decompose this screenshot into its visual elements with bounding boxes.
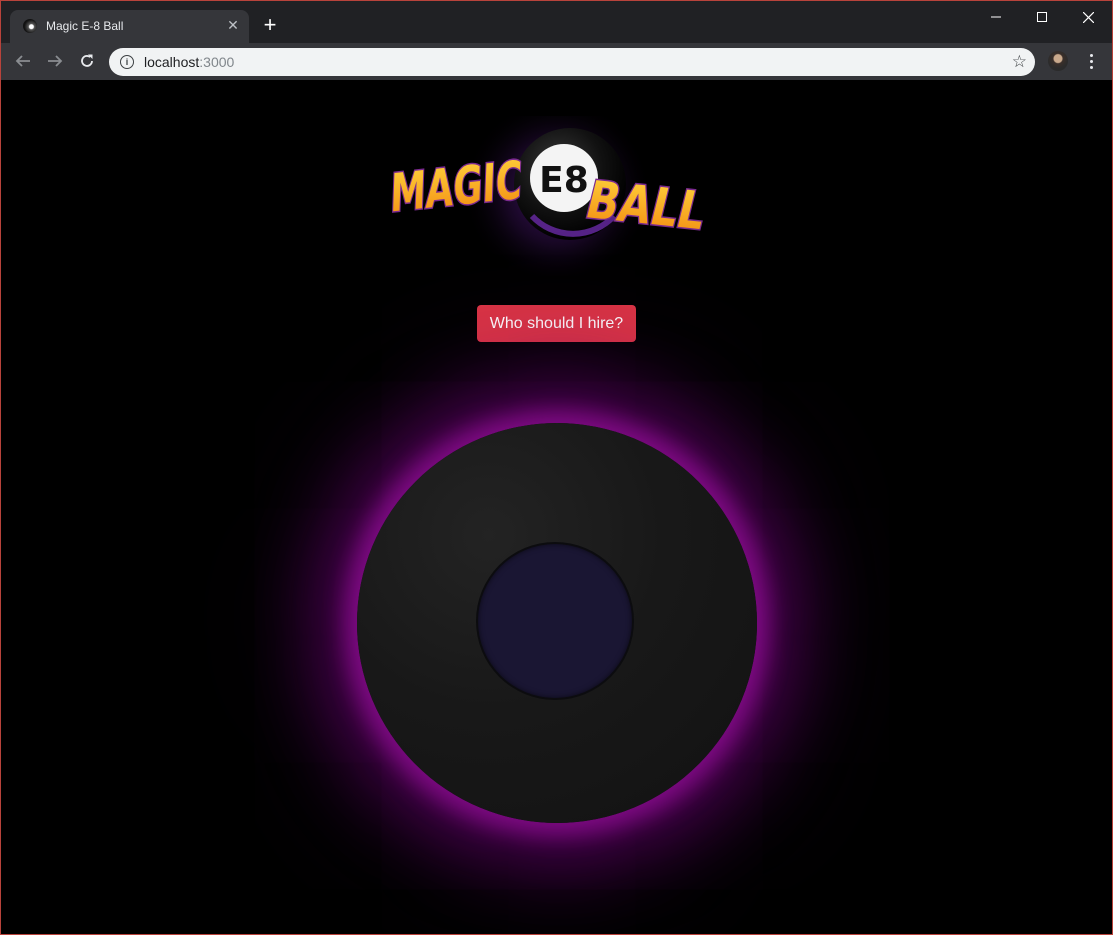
close-icon[interactable]: ✕ [225,17,241,33]
url-host: localhost [144,54,200,70]
maximize-button[interactable] [1019,1,1065,33]
tab-strip: Magic E-8 Ball ✕ + [1,1,1112,43]
url-text: localhost:3000 [144,54,234,70]
close-window-button[interactable] [1065,1,1111,33]
reload-icon [81,54,93,67]
info-icon[interactable]: i [120,55,134,69]
back-icon [15,55,30,67]
magic-ball[interactable] [357,423,757,823]
logo-word-ball: BALL [580,171,712,242]
forward-icon [48,55,63,67]
new-tab-button[interactable]: + [259,14,281,36]
close-window-icon [1082,11,1094,23]
magic-e8-ball-logo: E8 MAGIC BALL [392,116,714,276]
reload-button[interactable] [75,49,99,73]
browser-window: Magic E-8 Ball ✕ + i localhost:3000 ☆ E8… [0,0,1113,935]
address-bar[interactable]: i localhost:3000 ☆ [109,48,1035,76]
star-icon[interactable]: ☆ [1012,52,1027,72]
page-content: E8 MAGIC BALL Who should I hire? [1,80,1112,934]
favicon-icon [23,19,37,33]
forward-button[interactable] [43,49,67,73]
logo-ball-text: E8 [539,160,589,201]
tab-active[interactable]: Magic E-8 Ball ✕ [10,10,249,43]
back-button[interactable] [11,49,35,73]
tab-title: Magic E-8 Ball [46,19,124,33]
ask-hire-button[interactable]: Who should I hire? [477,305,636,342]
browser-toolbar: i localhost:3000 ☆ [1,43,1112,80]
profile-avatar[interactable] [1048,51,1068,71]
url-port: :3000 [199,54,235,70]
maximize-icon [1037,12,1047,22]
answer-window [478,544,632,698]
minimize-icon [991,16,1001,18]
minimize-button[interactable] [973,1,1019,33]
menu-icon[interactable] [1085,50,1097,72]
